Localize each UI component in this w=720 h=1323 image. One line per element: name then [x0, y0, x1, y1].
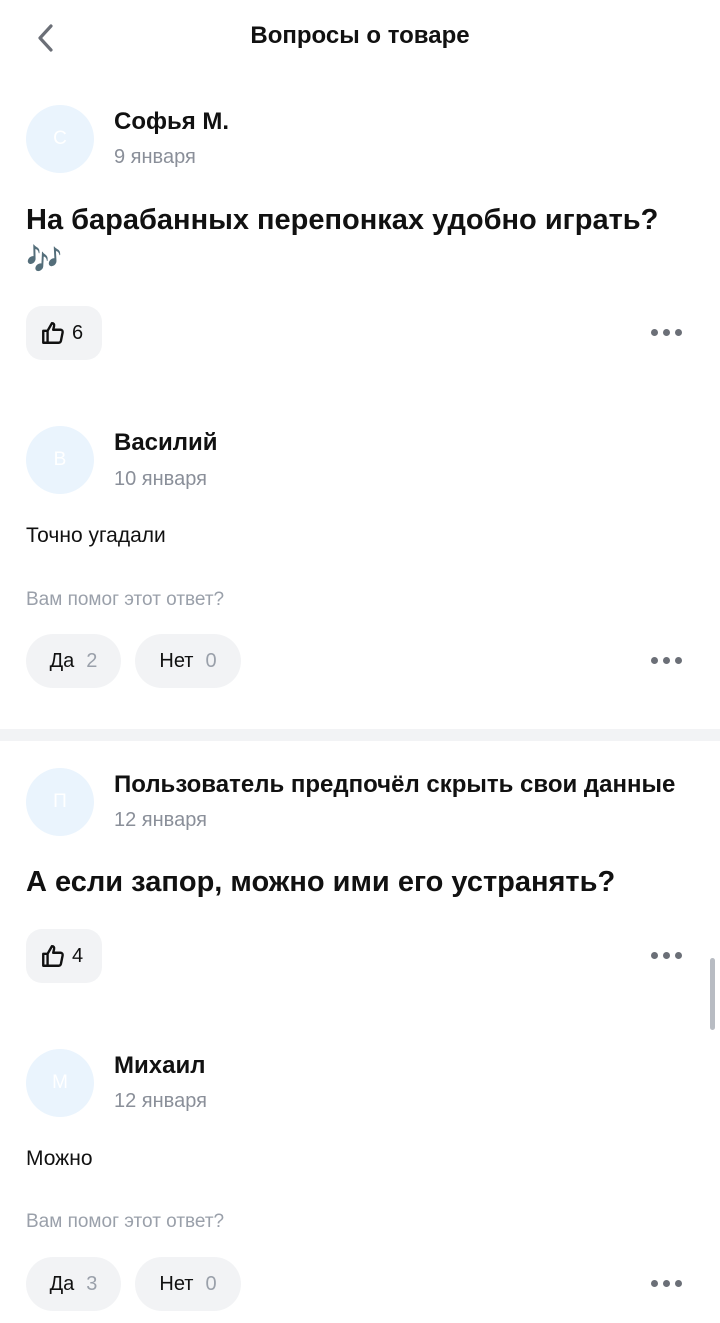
avatar: С — [26, 105, 94, 173]
more-dot — [674, 656, 682, 664]
more-options-button[interactable] — [644, 648, 688, 672]
more-options-button[interactable] — [644, 320, 688, 344]
more-dot — [662, 328, 670, 336]
more-options-button[interactable] — [644, 1271, 688, 1295]
page-title: Вопросы о товаре — [250, 22, 470, 49]
thumbs-up-icon — [42, 945, 64, 967]
yes-label: Да — [49, 649, 75, 672]
no-label: Нет — [159, 649, 194, 672]
more-dot — [674, 951, 682, 959]
more-dot — [674, 1279, 682, 1287]
question-author-name: Софья М. — [114, 108, 230, 135]
no-count: 0 — [205, 1272, 217, 1295]
answer-author-name: Михаил — [114, 1052, 206, 1079]
yes-button[interactable]: Да 3 — [26, 1257, 121, 1311]
yes-count: 3 — [86, 1272, 98, 1295]
questions-screen: Вопросы о товаре С Софья М. 9 января На … — [0, 0, 720, 1323]
like-button[interactable]: 6 — [26, 306, 102, 360]
more-dots-icon — [650, 1279, 658, 1287]
like-count: 4 — [72, 944, 84, 967]
thumbs-up-icon — [42, 322, 64, 344]
more-dots-icon — [650, 951, 658, 959]
like-button[interactable]: 4 — [26, 929, 102, 983]
question-author-name: Пользователь предпочёл скрыть свои данны… — [114, 771, 676, 798]
question-date: 9 января — [114, 146, 196, 168]
question-text: А если запор, можно ими его устранять? — [26, 866, 616, 898]
avatar: В — [26, 426, 94, 494]
more-options-button[interactable] — [644, 943, 688, 967]
scrollbar[interactable] — [710, 958, 715, 1030]
helpful-question: Вам помог этот ответ? — [26, 589, 225, 610]
avatar: П — [26, 768, 94, 836]
yes-button[interactable]: Да 2 — [26, 634, 121, 688]
more-dot — [662, 656, 670, 664]
answer-text: Точно угадали — [26, 524, 166, 547]
top-bar: Вопросы о товаре — [0, 0, 720, 76]
yes-label: Да — [49, 1272, 75, 1295]
no-button[interactable]: Нет 0 — [135, 634, 241, 688]
avatar: М — [26, 1049, 94, 1117]
question-date: 12 января — [114, 809, 207, 831]
more-dots-icon — [650, 656, 658, 664]
section-divider — [0, 729, 720, 741]
like-count: 6 — [72, 321, 84, 344]
answer-author-name: Василий — [114, 429, 218, 456]
answer-text: Можно — [26, 1147, 93, 1170]
more-dots-icon — [650, 328, 658, 336]
yes-count: 2 — [86, 649, 98, 672]
no-label: Нет — [159, 1272, 194, 1295]
helpful-question: Вам помог этот ответ? — [26, 1211, 225, 1232]
answer-date: 12 января — [114, 1090, 207, 1112]
answer-date: 10 января — [114, 468, 207, 490]
more-dot — [674, 328, 682, 336]
more-dot — [662, 951, 670, 959]
no-count: 0 — [205, 649, 217, 672]
more-dot — [662, 1279, 670, 1287]
question-text: На барабанных перепонках удобно играть? … — [26, 204, 659, 276]
no-button[interactable]: Нет 0 — [135, 1257, 241, 1311]
